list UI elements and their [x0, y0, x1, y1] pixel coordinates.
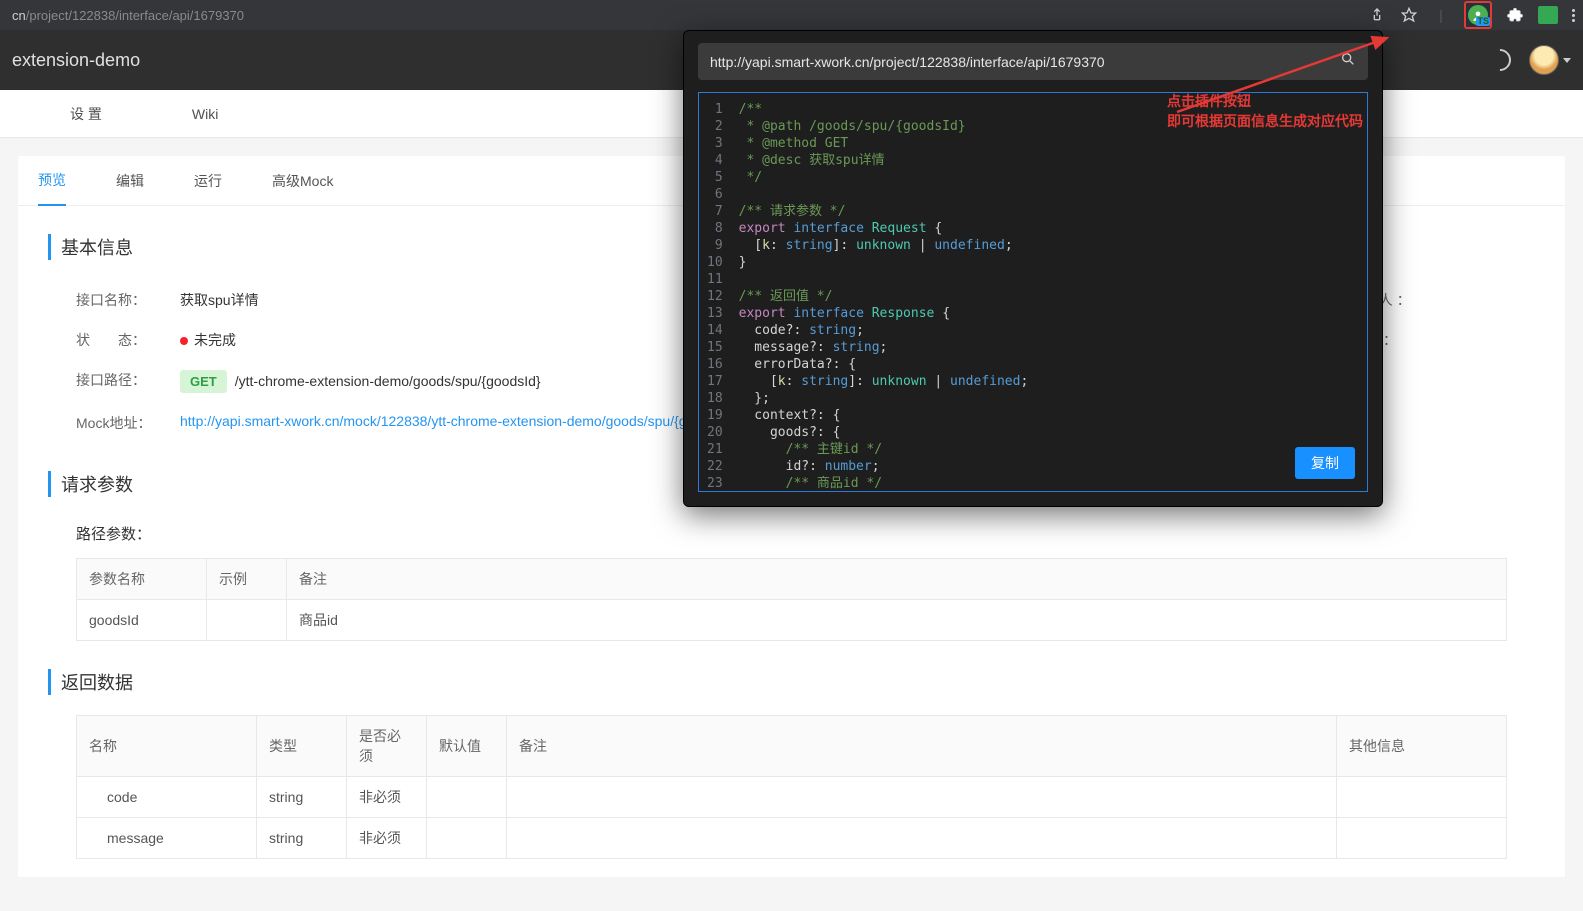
address-bar[interactable]: cn/project/122838/interface/api/1679370: [8, 8, 1360, 23]
th-type: 类型: [257, 716, 347, 777]
nav-wiki[interactable]: Wiki: [192, 106, 218, 122]
code-content[interactable]: /** * @path /goods/spu/{goodsId} * @meth…: [733, 93, 1367, 491]
cell-remark: [507, 777, 1337, 818]
th-required: 是否必须: [347, 716, 427, 777]
cell-type: string: [257, 777, 347, 818]
code-gutter: 1 2 3 4 5 6 7 8 9 10 11 12 13 14 15 16 1…: [699, 93, 733, 491]
cell-param-name: goodsId: [77, 600, 207, 641]
cell-default: [427, 777, 507, 818]
th-param-example: 示例: [207, 559, 287, 600]
th-remark: 备注: [507, 716, 1337, 777]
ts-badge: TS: [1476, 17, 1490, 26]
star-icon[interactable]: [1400, 6, 1418, 24]
section-return-title: 返回数据: [48, 669, 1535, 695]
th-name: 名称: [77, 716, 257, 777]
other-extension-icon[interactable]: [1538, 6, 1558, 24]
th-param-remark: 备注: [287, 559, 1507, 600]
label-api-path: 接口路径：: [76, 370, 156, 393]
cell-remark: [507, 818, 1337, 859]
avatar: [1529, 45, 1559, 75]
code-block: 1 2 3 4 5 6 7 8 9 10 11 12 13 14 15 16 1…: [698, 92, 1368, 492]
search-icon[interactable]: [1340, 51, 1356, 72]
extension-url-bar: [698, 43, 1368, 80]
th-param-name: 参数名称: [77, 559, 207, 600]
nav-settings[interactable]: 设 置: [70, 104, 102, 124]
copy-button[interactable]: 复制: [1295, 447, 1355, 479]
value-status: 未完成: [180, 330, 236, 350]
tab-run[interactable]: 运行: [194, 171, 222, 205]
path-params-table: 参数名称 示例 备注 goodsId 商品id: [76, 558, 1507, 641]
method-badge: GET: [180, 370, 227, 393]
project-title: extension-demo: [12, 50, 140, 71]
tab-edit[interactable]: 编辑: [116, 171, 144, 205]
extensions-icon[interactable]: [1506, 6, 1524, 24]
cell-other: [1337, 777, 1507, 818]
url-host: cn: [12, 8, 26, 23]
status-dot-icon: [180, 337, 188, 345]
value-api-path: GET/ytt-chrome-extension-demo/goods/spu/…: [180, 370, 541, 393]
ytt-extension-icon[interactable]: TS: [1464, 1, 1492, 29]
path-params-heading: 路径参数：: [48, 517, 1535, 550]
th-other: 其他信息: [1337, 716, 1507, 777]
cell-param-example: [207, 600, 287, 641]
th-default: 默认值: [427, 716, 507, 777]
cell-default: [427, 818, 507, 859]
label-mock-url: Mock地址：: [76, 413, 156, 433]
cell-name: message: [77, 818, 257, 859]
value-api-name: 获取spu详情: [180, 290, 259, 310]
tab-preview[interactable]: 预览: [38, 170, 66, 206]
status-text: 未完成: [194, 332, 236, 348]
share-icon[interactable]: [1368, 6, 1386, 24]
extension-popup: 1 2 3 4 5 6 7 8 9 10 11 12 13 14 15 16 1…: [683, 30, 1383, 507]
cell-required: 非必须: [347, 818, 427, 859]
table-row: code string 非必须: [77, 777, 1507, 818]
cell-required: 非必须: [347, 777, 427, 818]
cell-other: [1337, 818, 1507, 859]
table-row: message string 非必须: [77, 818, 1507, 859]
table-row: goodsId 商品id: [77, 600, 1507, 641]
browser-chrome-bar: cn/project/122838/interface/api/1679370 …: [0, 0, 1583, 30]
url-path: /project/122838/interface/api/1679370: [26, 8, 244, 23]
divider-icon: |: [1432, 6, 1450, 24]
mock-url-link[interactable]: http://yapi.smart-xwork.cn/mock/122838/y…: [180, 413, 733, 433]
cell-param-remark: 商品id: [287, 600, 1507, 641]
reload-icon[interactable]: [1484, 44, 1515, 75]
tab-advanced-mock[interactable]: 高级Mock: [272, 171, 333, 205]
return-table: 名称 类型 是否必须 默认值 备注 其他信息 code string 非必须: [76, 715, 1507, 859]
extension-url-input[interactable]: [710, 54, 1340, 70]
browser-menu-icon[interactable]: [1572, 9, 1575, 22]
cell-type: string: [257, 818, 347, 859]
user-menu[interactable]: [1529, 45, 1571, 75]
cell-name: code: [77, 777, 257, 818]
api-path-text: /ytt-chrome-extension-demo/goods/spu/{go…: [235, 373, 541, 389]
label-status: 状 态：: [76, 330, 156, 350]
chevron-down-icon: [1563, 58, 1571, 63]
label-api-name: 接口名称：: [76, 290, 156, 310]
